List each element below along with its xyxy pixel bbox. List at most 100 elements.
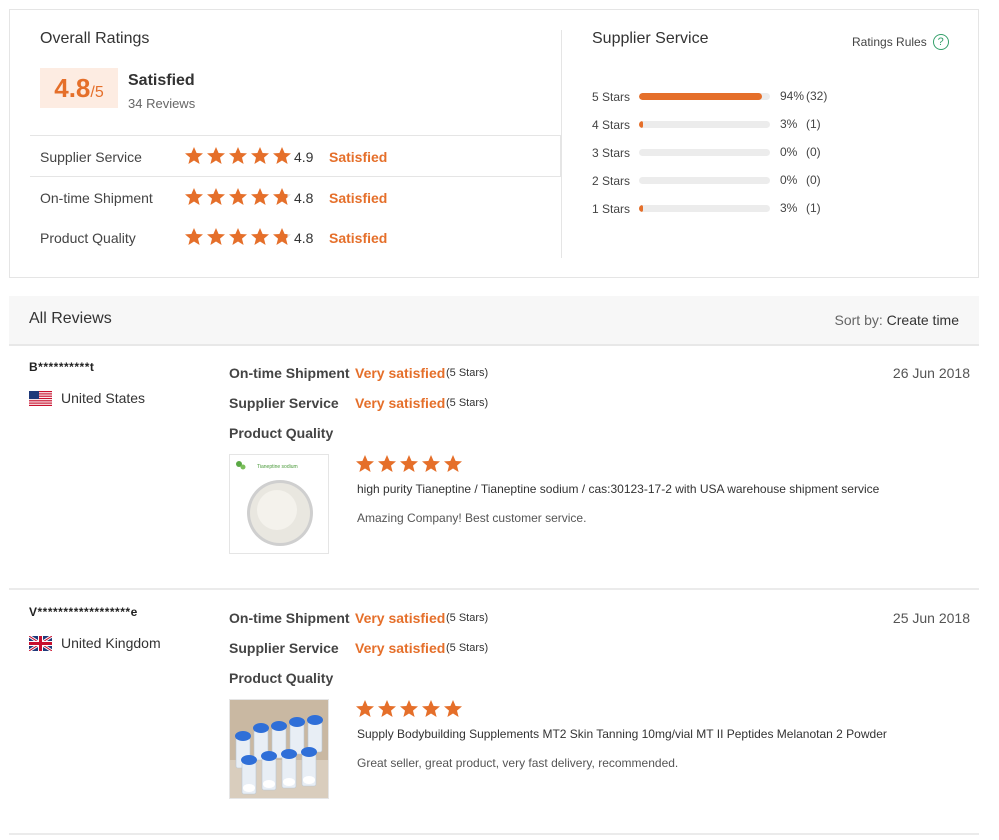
shipment-stars-text: (5 Stars) [446,612,489,624]
reviewer-country: United States [29,390,145,406]
star-icon [400,455,418,472]
metric-stars [184,227,292,247]
review-date: 25 Jun 2018 [892,610,970,626]
distribution-bar-fill [639,205,643,212]
product-rating-stars [355,454,463,474]
reviewer-country: United Kingdom [29,635,161,651]
overall-score-max: /5 [90,84,104,101]
country-name: United States [61,390,146,406]
review-date: 26 Jun 2018 [892,365,970,381]
overall-score-box: 4.8/5 [40,68,118,108]
distribution-count: (1) [806,117,821,131]
metric-word: Satisfied [329,230,388,246]
distribution-bar [639,149,770,156]
overall-ratings-title: Overall Ratings [40,30,150,47]
distribution-count: (32) [806,89,828,103]
distribution-count: (0) [806,173,821,187]
star-icon [273,228,291,245]
star-icon [378,455,396,472]
distribution-bar-fill [639,93,763,100]
star-icon [207,228,225,245]
ratings-rules-link[interactable]: Ratings Rules ? [852,34,949,50]
metric-score: 4.8 [294,230,314,246]
distribution-bar [639,93,770,100]
product-thumbnail[interactable] [229,699,329,799]
metric-stars [184,187,292,207]
sort-by-control[interactable]: Sort by: Create time [835,312,960,328]
distribution-bar [639,121,770,128]
product-title[interactable]: high purity Tianeptine / Tianeptine sodi… [357,482,879,496]
star-icon [229,228,247,245]
star-icon [207,147,225,164]
shipment-label: On-time Shipment [229,610,350,626]
product-title[interactable]: Supply Bodybuilding Supplements MT2 Skin… [357,727,887,741]
overall-review-count: 34 Reviews [128,96,196,111]
metric-word: Satisfied [329,149,388,165]
star-icon [422,455,440,472]
all-reviews-header: All Reviews Sort by: Create time [9,296,979,346]
distribution-bar [639,177,770,184]
shipment-stars-text: (5 Stars) [446,367,489,379]
distribution-label: 4 Stars [592,118,631,132]
sort-by-value[interactable]: Create time [887,312,959,328]
review-separator [9,588,979,590]
distribution-count: (0) [806,145,821,159]
distribution-row: 3 Stars 0% (0) [592,144,972,160]
powder-product-image: Tianeptine sodium [230,455,328,553]
review-comment: Amazing Company! Best customer service. [357,511,587,525]
service-label: Supplier Service [229,640,339,656]
product-thumbnail[interactable]: Tianeptine sodium [229,454,329,554]
help-icon[interactable]: ? [932,34,949,50]
star-icon [273,188,291,205]
service-value: Very satisfied [355,640,446,656]
ratings-rules-label[interactable]: Ratings Rules [852,35,927,49]
service-stars-text: (5 Stars) [446,642,489,654]
distribution-row: 2 Stars 0% (0) [592,172,972,188]
distribution-bar-fill [639,121,643,128]
star-icon [422,700,440,717]
quality-label: Product Quality [229,670,334,686]
star-icon [444,700,462,717]
supplier-service-title: Supplier Service [592,30,709,47]
metric-word: Satisfied [329,190,388,206]
metric-stars [184,146,292,166]
quality-label: Product Quality [229,425,334,441]
ratings-panel: Overall Ratings 4.8/5 Satisfied 34 Revie… [9,9,979,278]
overall-score: 4.8 [54,73,91,103]
metric-score: 4.8 [294,190,314,206]
distribution-percent: 0% [780,173,798,187]
metric-row-product-quality: Product Quality 4.8 Satisfied [40,227,560,251]
distribution-percent: 0% [780,145,798,159]
distribution-label: 5 Stars [592,90,631,104]
star-icon [207,188,225,205]
distribution-percent: 3% [780,117,798,131]
overall-label: Satisfied [128,72,195,89]
metric-score: 4.9 [294,149,314,165]
metric-row-supplier-service: Supplier Service 4.9 Satisfied [40,146,560,170]
star-icon [356,455,374,472]
reviewer-name: V******************e [29,605,138,619]
distribution-bar [639,205,770,212]
distribution-count: (1) [806,201,821,215]
star-icon [185,188,203,205]
service-stars-text: (5 Stars) [446,397,489,409]
star-icon [273,147,291,164]
star-icon [185,147,203,164]
panel-divider [561,30,562,258]
distribution-label: 3 Stars [592,146,631,160]
star-icon [185,228,203,245]
service-value: Very satisfied [355,395,446,411]
distribution-row: 1 Stars 3% (1) [592,200,972,216]
review-comment: Great seller, great product, very fast d… [357,756,679,770]
thumb-caption: Tianeptine sodium [257,464,298,470]
star-icon [251,147,269,164]
star-icon [356,700,374,717]
distribution-row: 5 Stars 94% (32) [592,88,972,104]
distribution-row: 4 Stars 3% (1) [592,116,972,132]
star-icon [444,455,462,472]
review-separator [9,833,979,835]
metric-row-on-time-shipment: On-time Shipment 4.8 Satisfied [40,187,560,211]
star-icon [229,147,247,164]
us-flag-icon [29,390,52,406]
distribution-percent: 94% [780,89,805,103]
